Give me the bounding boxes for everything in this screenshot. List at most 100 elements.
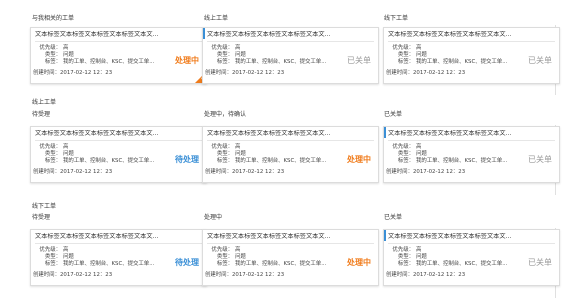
- type-value: 问题: [235, 254, 246, 260]
- ticket-type: 类型： 问题: [207, 151, 246, 158]
- ticket-tags: 标签： 我的工单、控制台、KSC、提交工单...: [35, 59, 155, 66]
- ticket-type: 类型： 问题: [35, 52, 74, 59]
- priority-label: 优先级：: [39, 45, 61, 51]
- ticket-card[interactable]: 文本标签文本标签文本标签文本标签文本文... 优先级：高 类型： 问题 标签： 我的…: [383, 229, 560, 286]
- ticket-title[interactable]: 文本标签文本标签文本标签文本标签文本文...: [35, 233, 202, 241]
- created-label: 创建时间：: [386, 272, 413, 278]
- status-badge: 处理中: [347, 258, 371, 267]
- ticket-card[interactable]: 文本标签文本标签文本标签文本标签文本文... 优先级：高 类型： 问题 标签： 我的…: [383, 27, 560, 84]
- type-value: 问题: [416, 151, 427, 157]
- type-value: 问题: [63, 151, 74, 157]
- label-online-tickets-section: 线上工单: [32, 99, 57, 106]
- created-label: 创建时间：: [33, 272, 60, 278]
- type-value: 问题: [63, 254, 74, 260]
- created-label: 创建时间：: [33, 70, 60, 76]
- ticket-priority: 优先级：高: [388, 247, 421, 254]
- created-value: 2017-02-12 12：23: [412, 70, 466, 76]
- ticket-tags: 标签： 我的工单、控制台、KSC、提交工单...: [207, 261, 327, 268]
- status-badge: 已关单: [528, 56, 552, 65]
- status-badge: 已关单: [528, 258, 552, 267]
- ticket-created: 创建时间：2017-02-12 12：23: [386, 272, 465, 279]
- priority-value: 高: [416, 144, 422, 150]
- ticket-card[interactable]: 文本标签文本标签文本标签文本标签文本文... 优先级：高 类型： 问题 标签： 我的…: [202, 27, 379, 84]
- status-badge: 待处理: [175, 258, 199, 267]
- ticket-tags: 标签： 我的工单、控制台、KSC、提交工单...: [388, 158, 508, 165]
- label-offline-tickets-section: 线下工单: [32, 203, 57, 210]
- status-badge: 处理中: [175, 56, 199, 65]
- ticket-tags: 标签： 我的工单、控制台、KSC、提交工单...: [207, 59, 327, 66]
- ticket-priority: 优先级：高: [388, 45, 421, 52]
- created-label: 创建时间：: [205, 272, 232, 278]
- ticket-tags: 标签： 我的工单、控制台、KSC、提交工单...: [388, 59, 508, 66]
- type-value: 问题: [63, 52, 74, 58]
- ticket-title[interactable]: 文本标签文本标签文本标签文本标签文本文...: [35, 31, 202, 39]
- ticket-tags: 标签： 我的工单、控制台、KSC、提交工单...: [207, 158, 327, 165]
- ticket-type: 类型： 问题: [35, 151, 74, 158]
- created-label: 创建时间：: [205, 169, 232, 175]
- type-label: 类型：: [216, 151, 233, 157]
- created-value: 2017-02-12 12：23: [412, 169, 466, 175]
- tags-label: 标签：: [397, 158, 414, 164]
- priority-label: 优先级：: [211, 247, 233, 253]
- label-online-tickets: 线上工单: [204, 15, 229, 22]
- ticket-card[interactable]: 文本标签文本标签文本标签文本标签文本文... 优先级：高 类型： 问题 标签： 我的…: [30, 229, 207, 286]
- priority-value: 高: [63, 144, 69, 150]
- ticket-title[interactable]: 文本标签文本标签文本标签文本标签文本文...: [207, 31, 374, 39]
- priority-value: 高: [416, 45, 422, 51]
- ticket-created: 创建时间：2017-02-12 12：23: [205, 70, 284, 77]
- created-label: 创建时间：: [386, 70, 413, 76]
- divider: [35, 140, 202, 141]
- label-processing: 处理中: [204, 214, 223, 221]
- type-value: 问题: [416, 254, 427, 260]
- divider: [35, 41, 202, 42]
- ticket-title[interactable]: 文本标签文本标签文本标签文本标签文本文...: [388, 233, 555, 241]
- tags-value: 我的工单、控制台、KSC、提交工单...: [63, 59, 155, 65]
- tags-label: 标签：: [216, 59, 233, 65]
- ticket-type: 类型： 问题: [207, 254, 246, 261]
- created-value: 2017-02-12 12：23: [412, 272, 466, 278]
- tags-label: 标签：: [44, 261, 61, 267]
- created-value: 2017-02-12 12：23: [59, 169, 113, 175]
- priority-value: 高: [416, 247, 422, 253]
- ticket-title[interactable]: 文本标签文本标签文本标签文本标签文本文...: [207, 233, 374, 241]
- type-label: 类型：: [44, 151, 61, 157]
- ticket-title[interactable]: 文本标签文本标签文本标签文本标签文本文...: [388, 130, 555, 138]
- ticket-card[interactable]: 文本标签文本标签文本标签文本标签文本文... 优先级：高 类型： 问题 标签： 我的…: [202, 126, 379, 183]
- ticket-title[interactable]: 文本标签文本标签文本标签文本标签文本文...: [207, 130, 374, 138]
- ticket-card[interactable]: 文本标签文本标签文本标签文本标签文本文... 优先级：高 类型： 问题 标签： 我的…: [30, 27, 207, 84]
- priority-label: 优先级：: [39, 144, 61, 150]
- ticket-created: 创建时间：2017-02-12 12：23: [33, 169, 112, 176]
- created-value: 2017-02-12 12：23: [231, 70, 285, 76]
- ticket-priority: 优先级：高: [207, 247, 240, 254]
- ticket-type: 类型： 问题: [388, 254, 427, 261]
- ticket-title[interactable]: 文本标签文本标签文本标签文本标签文本文...: [388, 31, 555, 39]
- ticket-card[interactable]: 文本标签文本标签文本标签文本标签文本文... 优先级：高 类型： 问题 标签： 我的…: [383, 126, 560, 183]
- type-label: 类型：: [44, 254, 61, 260]
- divider: [388, 140, 555, 141]
- created-label: 创建时间：: [205, 70, 232, 76]
- type-value: 问题: [235, 52, 246, 58]
- ticket-card[interactable]: 文本标签文本标签文本标签文本标签文本文... 优先级：高 类型： 问题 标签： 我的…: [202, 229, 379, 286]
- divider: [207, 140, 374, 141]
- ticket-title[interactable]: 文本标签文本标签文本标签文本标签文本文...: [35, 130, 202, 138]
- label-closed-2: 已关单: [384, 214, 403, 221]
- divider: [35, 243, 202, 244]
- divider: [388, 41, 555, 42]
- ticket-card[interactable]: 文本标签文本标签文本标签文本标签文本文... 优先级：高 类型： 问题 标签： 我的…: [30, 126, 207, 183]
- ticket-type: 类型： 问题: [35, 254, 74, 261]
- tags-label: 标签：: [397, 59, 414, 65]
- ticket-priority: 优先级：高: [388, 144, 421, 151]
- created-value: 2017-02-12 12：23: [59, 70, 113, 76]
- ticket-type: 类型： 问题: [388, 151, 427, 158]
- tags-value: 我的工单、控制台、KSC、提交工单...: [63, 158, 155, 164]
- priority-label: 优先级：: [211, 144, 233, 150]
- status-badge: 已关单: [347, 56, 371, 65]
- tags-value: 我的工单、控制台、KSC、提交工单...: [235, 158, 327, 164]
- created-value: 2017-02-12 12：23: [59, 272, 113, 278]
- ticket-tags: 标签： 我的工单、控制台、KSC、提交工单...: [35, 261, 155, 268]
- priority-value: 高: [235, 247, 241, 253]
- created-value: 2017-02-12 12：23: [231, 169, 285, 175]
- tags-value: 我的工单、控制台、KSC、提交工单...: [416, 158, 508, 164]
- priority-value: 高: [63, 247, 69, 253]
- tags-label: 标签：: [44, 59, 61, 65]
